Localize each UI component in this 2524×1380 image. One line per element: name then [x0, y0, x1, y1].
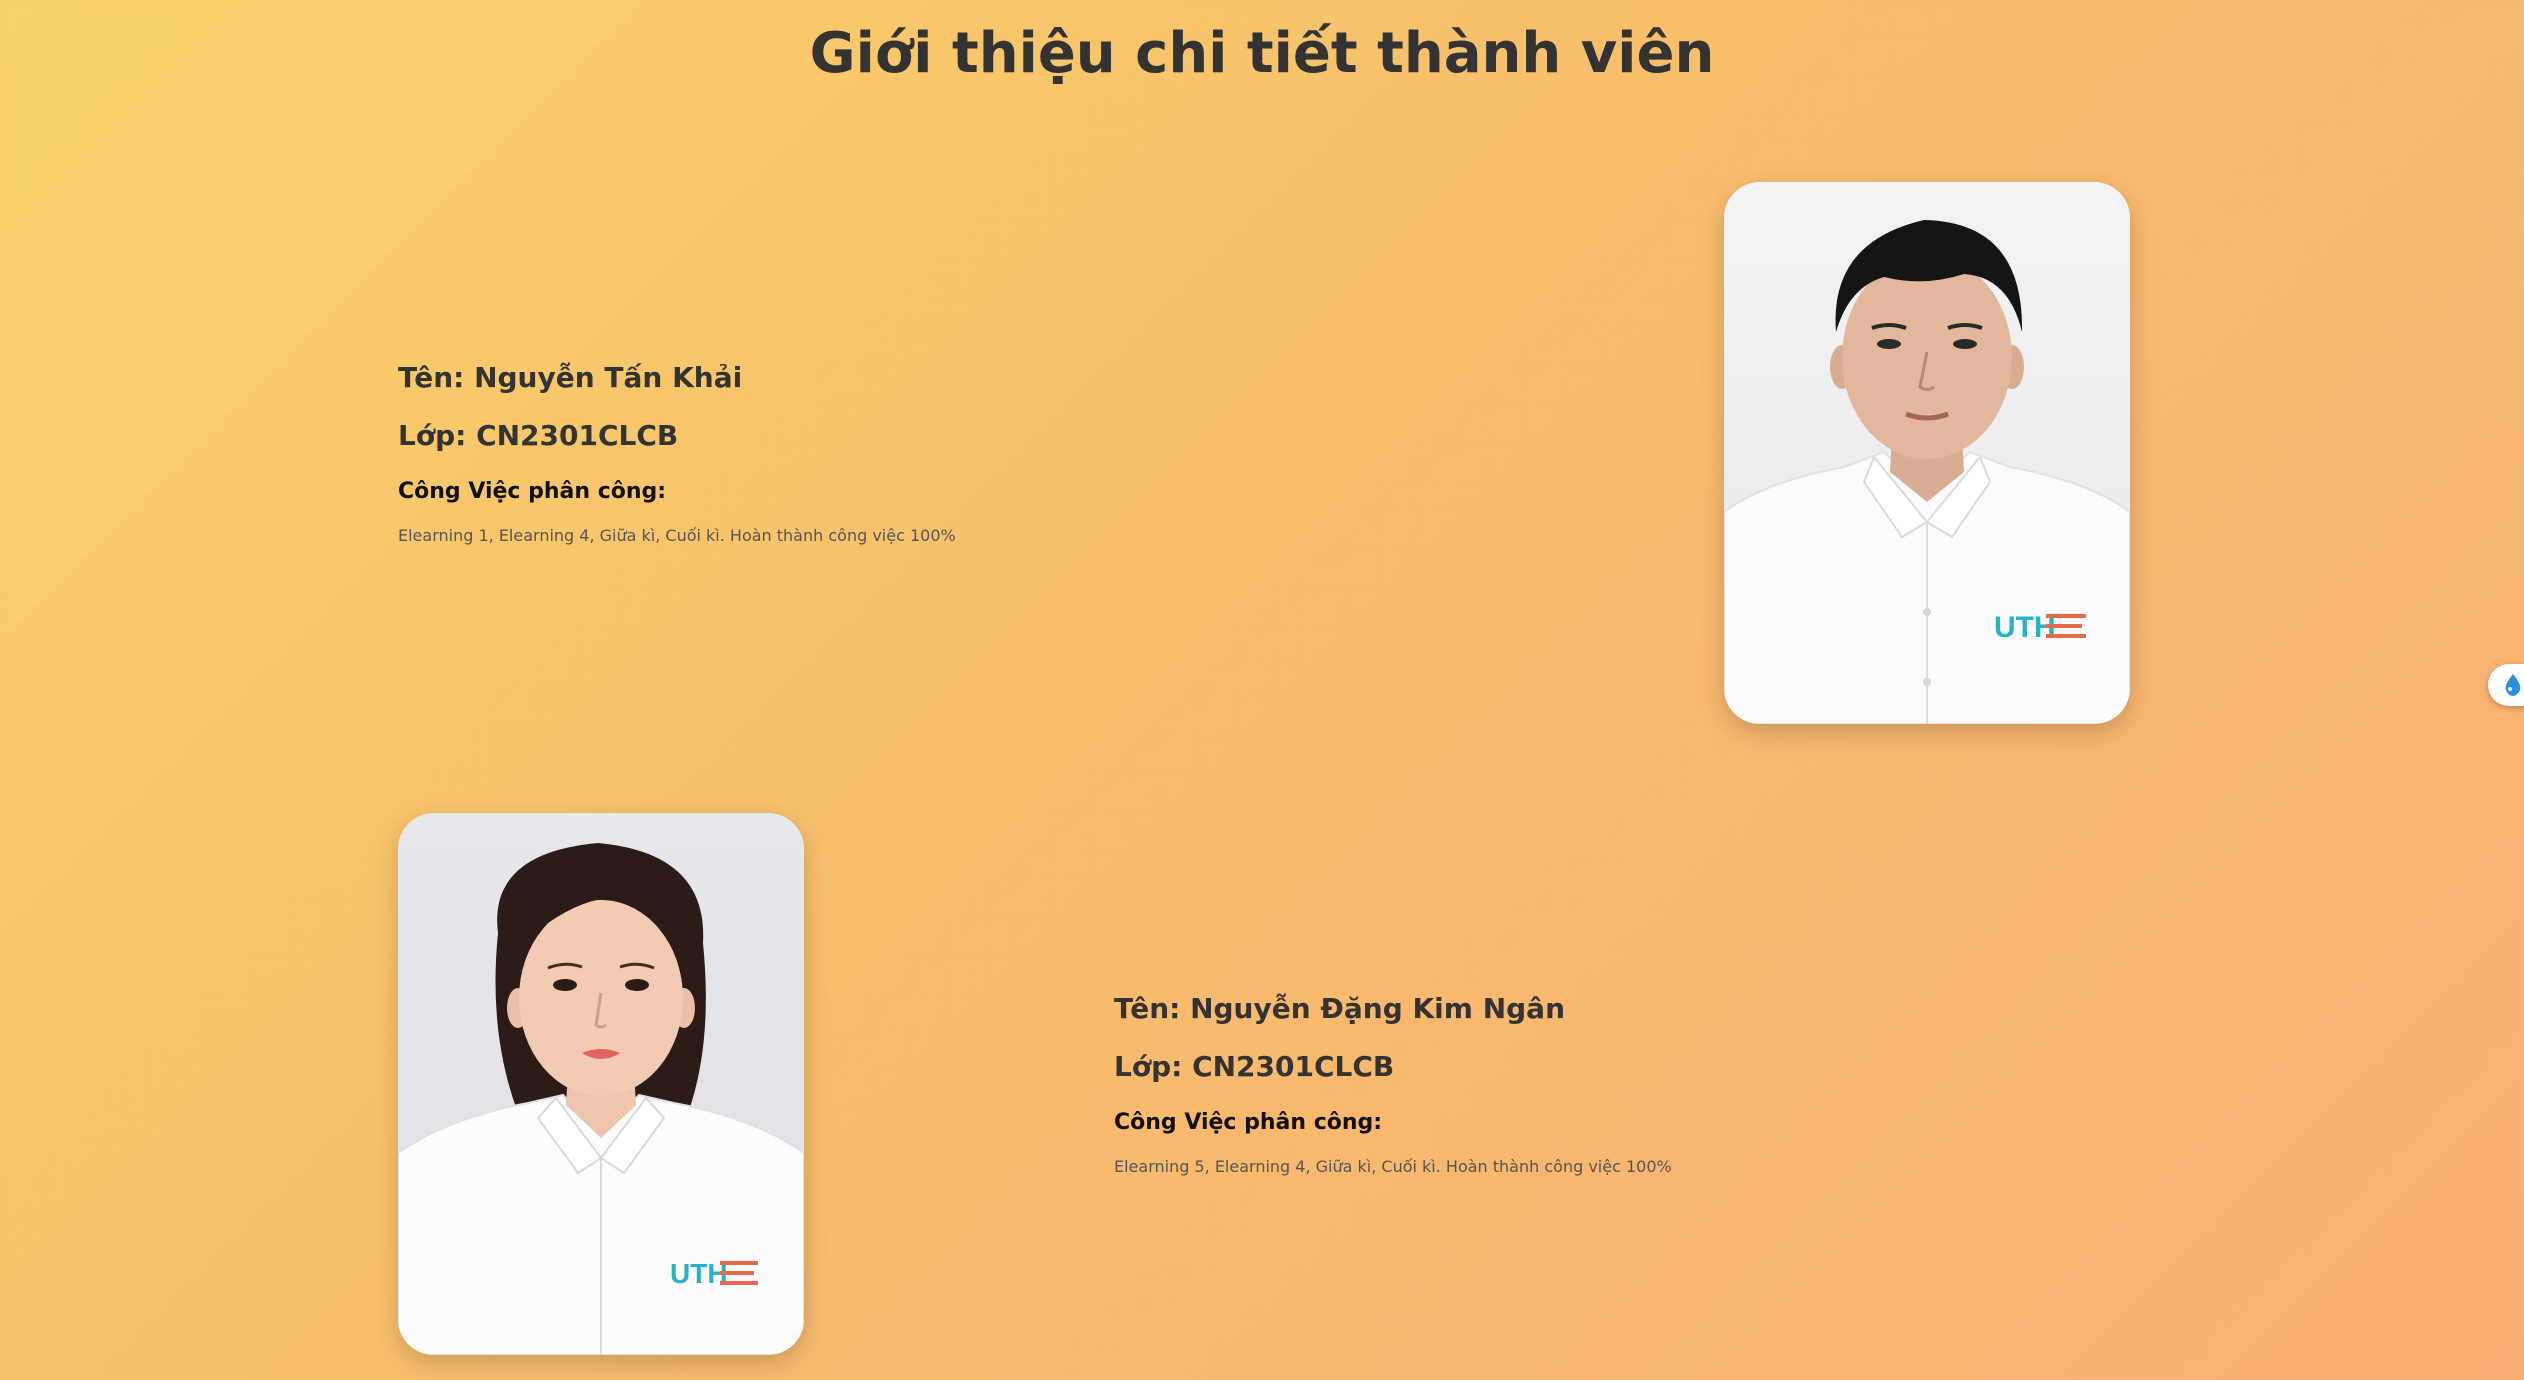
member-photo: UTH [1724, 182, 2130, 724]
member-class: Lớp: CN2301CLCB [1114, 1050, 1395, 1083]
svg-text:UTH: UTH [670, 1258, 728, 1289]
page-title: Giới thiệu chi tiết thành viên [809, 21, 1715, 86]
floating-widget-button[interactable] [2488, 664, 2524, 706]
water-drop-icon [2502, 673, 2524, 697]
member-name: Tên: Nguyễn Đặng Kim Ngân [1114, 992, 1566, 1025]
task-description: Elearning 1, Elearning 4, Giữa kì, Cuối … [398, 526, 956, 545]
member-name: Tên: Nguyễn Tấn Khải [398, 361, 743, 394]
member-class: Lớp: CN2301CLCB [398, 419, 679, 452]
task-heading: Công Việc phân công: [398, 479, 667, 504]
member-photo: UTH [398, 813, 804, 1355]
task-heading: Công Việc phân công: [1114, 1110, 1383, 1135]
task-description: Elearning 5, Elearning 4, Giữa kì, Cuối … [1114, 1157, 1672, 1176]
